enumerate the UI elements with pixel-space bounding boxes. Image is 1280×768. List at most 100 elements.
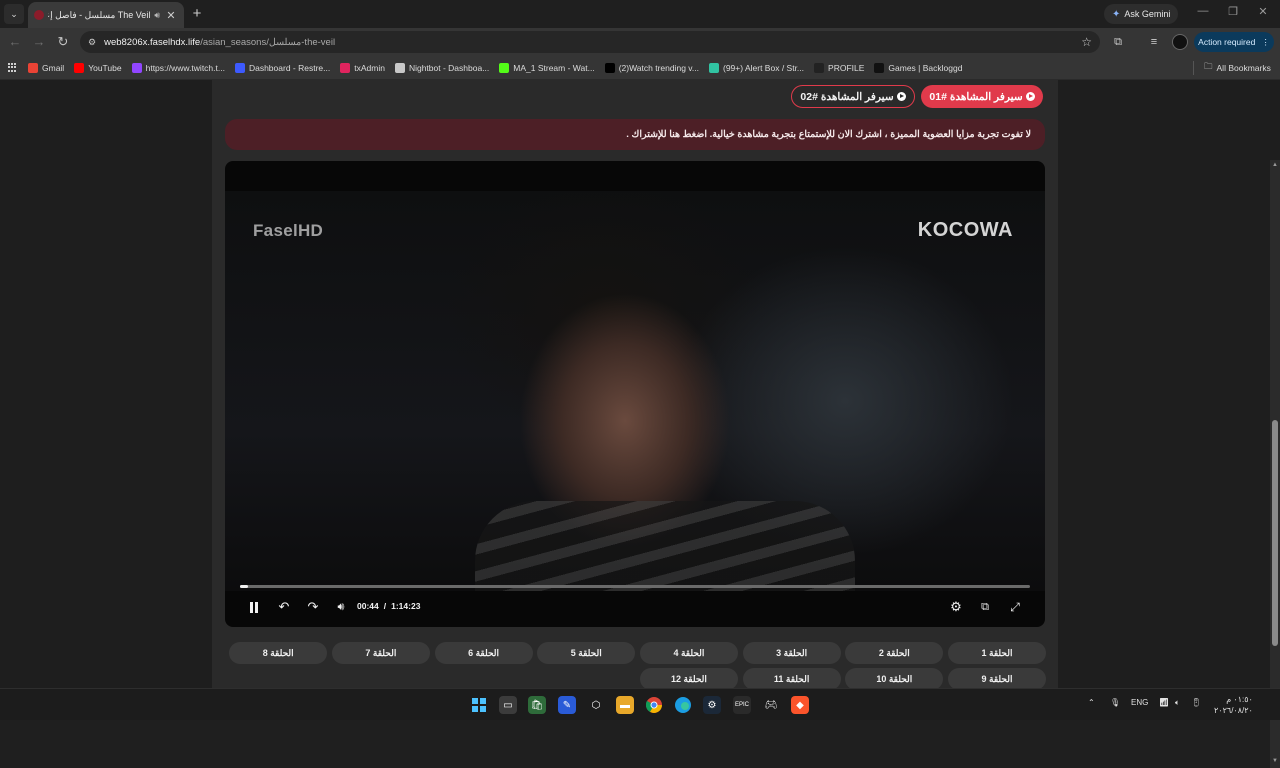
rewind-icon[interactable]: ↶ xyxy=(275,598,293,616)
minimize-icon[interactable]: — xyxy=(1194,5,1212,17)
bookmark-item[interactable]: Dashboard - Restre... xyxy=(234,62,330,73)
volume-tray-icon[interactable]: 🔈︎ xyxy=(1175,698,1180,708)
microphone-icon[interactable]: 🎙︎ xyxy=(1110,698,1120,707)
settings-gear-icon[interactable]: ⚙ xyxy=(947,598,965,616)
episode-button[interactable]: الحلقة 2 xyxy=(845,642,944,664)
forward-arrow-icon[interactable]: → xyxy=(30,33,48,51)
bookmark-item[interactable]: YouTube xyxy=(74,62,122,73)
episode-button[interactable]: الحلقة 9 xyxy=(948,668,1046,690)
bookmark-label: MA_1 Stream - Wat... xyxy=(513,62,595,73)
scroll-up-icon[interactable]: ▲ xyxy=(1272,162,1278,168)
volume-icon[interactable]: 🔊︎ xyxy=(332,598,350,616)
kebab-menu-icon[interactable]: ⋮ xyxy=(1261,37,1270,48)
editor-icon[interactable]: ✎ xyxy=(558,696,576,714)
reading-list-icon[interactable]: ≡ xyxy=(1146,34,1162,50)
restream-icon xyxy=(234,62,245,73)
browser-tab-active[interactable]: The Veil مسلسل - فاصل إعلا 🔊︎ ✕ xyxy=(28,2,184,28)
episode-button[interactable]: الحلقة 11 xyxy=(742,668,841,690)
close-window-icon[interactable]: ✕ xyxy=(1254,5,1272,18)
epic-games-icon[interactable]: EPIC xyxy=(733,696,751,714)
clock[interactable]: ٠١:٥٠ م ٢٠٢٦/٠٨/٢٠ xyxy=(1214,694,1253,716)
duration: 1:14:23 xyxy=(391,601,421,611)
time-display: 00:44 / 1:14:23 xyxy=(357,601,420,611)
scroll-down-icon[interactable]: ▼ xyxy=(1272,758,1278,764)
close-tab-icon[interactable]: ✕ xyxy=(164,9,178,22)
address-bar[interactable]: ⚙ web8206x.faselhdx.life /asian_seasons/… xyxy=(80,31,1100,53)
extensions-icon[interactable]: ⧉ xyxy=(1110,34,1126,50)
battery-icon[interactable]: 🔋︎ xyxy=(1191,698,1201,707)
bookmark-item[interactable]: PROFILE xyxy=(814,62,864,73)
language-indicator[interactable]: ENG xyxy=(1131,698,1148,707)
chrome-icon[interactable] xyxy=(645,696,663,714)
server-2-label: سيرفر المشاهدة #02 xyxy=(800,90,894,103)
tray-chevron-up-icon[interactable]: ⌃ xyxy=(1088,698,1095,707)
url-host: web8206x.faselhdx.life xyxy=(104,36,201,48)
bookmarks-divider xyxy=(1193,61,1194,75)
task-view-icon[interactable]: ▭ xyxy=(499,696,517,714)
episode-button[interactable]: الحلقة 8 xyxy=(229,642,328,664)
speaker-icon[interactable]: 🔊︎ xyxy=(154,10,160,21)
bookmark-item[interactable]: (99+) Alert Box / Str... xyxy=(709,62,804,73)
current-time: 00:44 xyxy=(357,601,379,611)
file-explorer-icon[interactable]: ▬ xyxy=(616,696,634,714)
site-info-icon[interactable]: ⚙ xyxy=(88,37,96,48)
episode-button[interactable]: الحلقة 5 xyxy=(537,642,636,664)
bookmark-star-icon[interactable]: ☆ xyxy=(1081,35,1092,49)
pause-icon[interactable] xyxy=(245,598,263,616)
twitch-icon xyxy=(131,62,142,73)
kocowa-watermark: KOCOWA xyxy=(917,219,1013,241)
back-arrow-icon[interactable]: ← xyxy=(6,33,24,51)
cube-app-icon[interactable]: ⬡ xyxy=(587,696,605,714)
gemini-sparkle-icon: ✦ xyxy=(1112,8,1121,20)
bookmark-label: YouTube xyxy=(88,62,122,73)
backloggd-icon xyxy=(874,62,885,73)
wifi-icon[interactable]: 📶︎ xyxy=(1159,698,1169,707)
bookmark-label: Gmail xyxy=(42,62,65,73)
tab-search-button[interactable]: ⌄ xyxy=(4,4,24,24)
apps-grid-icon[interactable] xyxy=(8,62,18,73)
episode-list: الحلقة 1 الحلقة 2 الحلقة 3 الحلقة 4 الحلقة 5… xyxy=(228,642,1046,690)
bookmark-item[interactable]: txAdmin xyxy=(340,62,385,73)
progress-bar[interactable] xyxy=(240,585,1030,588)
scrollbar-thumb[interactable] xyxy=(1272,420,1278,646)
tab-strip: ⌄ The Veil مسلسل - فاصل إعلا 🔊︎ ✕ + ✦ As… xyxy=(0,0,1280,28)
steam-icon[interactable]: ⚙ xyxy=(703,696,721,714)
episode-button[interactable]: الحلقة 4 xyxy=(639,642,738,664)
bookmark-item[interactable]: Nightbot - Dashboa... xyxy=(394,62,489,73)
forward-icon[interactable]: ↷ xyxy=(304,598,322,616)
brave-icon[interactable]: ◆ xyxy=(791,696,809,714)
episode-button[interactable]: الحلقة 12 xyxy=(639,668,738,690)
bookmark-item[interactable]: MA_1 Stream - Wat... xyxy=(499,62,595,73)
bookmark-item[interactable]: (2)Watch trending v... xyxy=(604,62,699,73)
play-circle-icon xyxy=(896,92,906,101)
windows-start-icon[interactable] xyxy=(470,696,488,714)
bookmark-item[interactable]: https://www.twitch.t... xyxy=(131,62,225,73)
profile-avatar[interactable] xyxy=(1172,34,1188,50)
gmail-icon xyxy=(28,62,38,73)
chevron-down-icon: ⌄ xyxy=(10,8,18,19)
episode-button[interactable]: الحلقة 1 xyxy=(948,642,1046,664)
reload-icon[interactable]: ↻ xyxy=(54,33,72,51)
store-icon[interactable]: 🛍︎ xyxy=(528,696,546,714)
subscription-banner[interactable]: لا تفوت تجربة مزايا العضوية المميزة ، اش… xyxy=(225,119,1045,150)
bookmark-item[interactable]: Gmail xyxy=(28,62,65,73)
video-frame[interactable]: FaselHD KOCOWA xyxy=(225,191,1045,591)
edge-icon[interactable] xyxy=(674,696,692,714)
episode-button[interactable]: الحلقة 10 xyxy=(845,668,944,690)
page-scrollbar[interactable]: ▲ ▼ xyxy=(1270,160,1280,768)
video-player[interactable]: FaselHD KOCOWA ↶ ↷ 🔊︎ 00:44 / 1:14:23 ⚙ … xyxy=(225,161,1045,627)
restore-icon[interactable]: ❐ xyxy=(1224,5,1242,18)
fullscreen-icon[interactable]: ⤢ xyxy=(1006,598,1024,616)
episode-button[interactable]: الحلقة 6 xyxy=(434,642,533,664)
bookmark-item[interactable]: Games | Backloggd xyxy=(874,62,962,73)
game-controller-icon[interactable]: 🎮︎ xyxy=(762,696,780,714)
new-tab-button[interactable]: + xyxy=(188,5,206,23)
episode-button[interactable]: الحلقة 3 xyxy=(742,642,841,664)
episode-button[interactable]: الحلقة 7 xyxy=(331,642,430,664)
server-1-button[interactable]: سيرفر المشاهدة #01 xyxy=(921,85,1043,108)
action-required-button[interactable]: Action required ⋮ xyxy=(1194,32,1274,52)
ask-gemini-button[interactable]: ✦ Ask Gemini xyxy=(1104,4,1179,24)
server-2-button[interactable]: سيرفر المشاهدة #02 xyxy=(791,85,915,108)
picture-in-picture-icon[interactable]: ⧉ xyxy=(976,598,994,616)
all-bookmarks-button[interactable]: 🗀 All Bookmarks xyxy=(1204,56,1271,80)
